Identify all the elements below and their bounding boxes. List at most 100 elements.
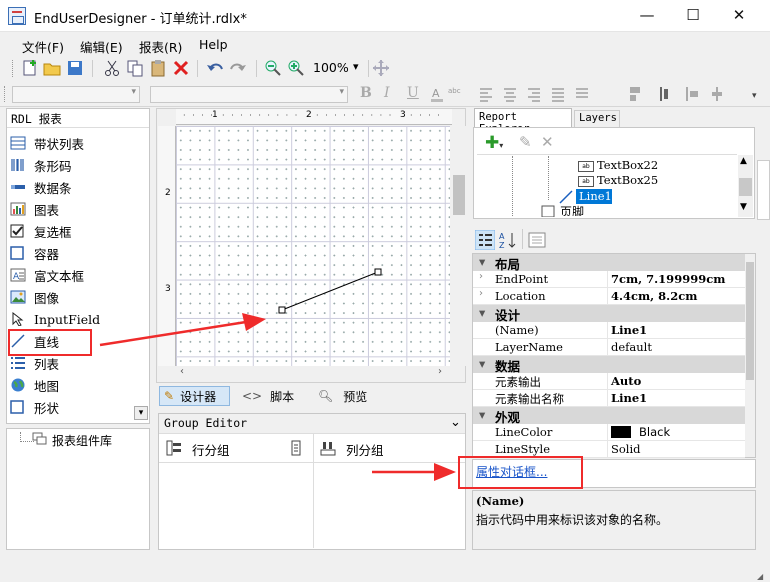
pencil-icon: ✎ xyxy=(164,389,175,403)
property-vscroll-thumb[interactable] xyxy=(746,262,754,380)
property-row[interactable]: › EndPoint 7cm, 7.199999cm xyxy=(473,271,745,288)
property-category[interactable]: ▾ 数据 xyxy=(473,356,745,374)
collapse-icon[interactable]: ▾ xyxy=(479,407,485,422)
style-combo[interactable]: ▾ xyxy=(12,86,140,103)
paste-icon[interactable] xyxy=(149,59,167,77)
shape-icon xyxy=(10,400,34,414)
collapse-icon[interactable]: ▾ xyxy=(479,356,485,371)
property-row[interactable]: 元素输出名称 Line1 xyxy=(473,390,745,407)
menu-edit[interactable]: 编辑(E) xyxy=(80,37,123,56)
underline-button[interactable]: U xyxy=(407,85,419,101)
property-value[interactable]: Auto xyxy=(611,374,641,388)
code-icon: <> xyxy=(242,389,263,403)
font-color-icon[interactable]: Aabc xyxy=(430,85,468,103)
save-icon[interactable] xyxy=(66,59,84,77)
font-combo[interactable]: ▾ xyxy=(150,86,348,103)
color-swatch xyxy=(611,426,631,438)
zoom-out-icon[interactable] xyxy=(264,59,282,77)
toolbox-item-inputfield[interactable]: InputField xyxy=(10,308,100,330)
tree-item-footer[interactable]: 页脚 xyxy=(560,203,584,216)
toolbox-item-checkbox[interactable]: 复选框 xyxy=(10,220,72,242)
library-label[interactable]: 报表组件库 xyxy=(52,432,112,449)
toolbox-item-chart[interactable]: 图表 xyxy=(10,198,59,220)
designer-hscroll[interactable] xyxy=(176,367,452,382)
property-row[interactable]: LineColor Black xyxy=(473,424,745,441)
redo-icon[interactable] xyxy=(229,59,247,77)
zoom-level[interactable]: 100% xyxy=(313,60,349,75)
add-icon[interactable]: ✚▾ xyxy=(485,133,503,153)
property-value[interactable]: Line1 xyxy=(611,391,647,405)
expand-icon[interactable]: › xyxy=(479,271,483,282)
property-value[interactable]: default xyxy=(611,340,652,354)
toolbox-item-map[interactable]: 地图 xyxy=(10,374,59,396)
cut-icon[interactable] xyxy=(103,59,121,77)
line-element[interactable] xyxy=(176,126,450,366)
property-pages-icon[interactable] xyxy=(528,231,546,249)
tree-item-line1[interactable]: Line1 xyxy=(576,189,612,204)
expand-icon[interactable]: › xyxy=(479,288,483,299)
property-row[interactable]: (Name) Line1 xyxy=(473,322,745,339)
categorized-icon[interactable] xyxy=(475,230,495,250)
ruler-mark: 3 xyxy=(400,110,406,120)
tab-script[interactable]: <> 脚本 xyxy=(242,386,294,406)
toolbox-item-container[interactable]: 容器 xyxy=(10,242,59,264)
menu-help[interactable]: Help xyxy=(199,37,228,52)
layout-align-icon[interactable] xyxy=(628,85,728,103)
menu-file[interactable]: 文件(F) xyxy=(22,37,64,56)
tree-item-textbox25[interactable]: TextBox25 xyxy=(597,173,658,187)
property-value[interactable]: Black xyxy=(639,425,670,439)
edit-icon[interactable]: ✎ xyxy=(519,133,532,151)
property-category[interactable]: ▾ 外观 xyxy=(473,407,745,425)
barcode-icon xyxy=(10,158,34,172)
group-editor-toggle[interactable]: ⌄ xyxy=(450,415,461,430)
align-buttons-icon[interactable] xyxy=(478,85,598,103)
maximize-button[interactable]: ☐ xyxy=(670,0,716,32)
property-category[interactable]: ▾ 布局 xyxy=(473,254,745,272)
new-icon[interactable] xyxy=(21,59,39,77)
remove-icon[interactable]: ✕ xyxy=(541,133,554,151)
toolbox-scroll-button[interactable]: ▾ xyxy=(134,406,148,420)
designer-vscroll[interactable] xyxy=(452,126,466,366)
tab-designer[interactable]: ✎ 设计器 xyxy=(159,386,230,406)
toolbox-item-image[interactable]: 图像 xyxy=(10,286,59,308)
property-value[interactable]: Solid xyxy=(611,442,641,456)
zoom-in-icon[interactable] xyxy=(287,59,305,77)
row-group-menu-icon[interactable] xyxy=(290,440,302,456)
pan-icon[interactable] xyxy=(372,59,390,77)
tab-report-explorer[interactable]: Report Explorer xyxy=(474,108,572,135)
tab-layers[interactable]: Layers xyxy=(574,110,620,127)
property-row[interactable]: 元素输出 Auto xyxy=(473,373,745,390)
toolbox-item-rich-textbox[interactable]: A 富文本框 xyxy=(10,264,84,286)
bold-button[interactable]: B xyxy=(360,85,372,101)
property-value[interactable]: 7cm, 7.199999cm xyxy=(611,272,725,286)
property-row[interactable]: LayerName default xyxy=(473,339,745,356)
zoom-dropdown-arrow[interactable]: ▾ xyxy=(353,60,359,73)
tree-item-textbox22[interactable]: TextBox22 xyxy=(597,158,658,172)
delete-icon[interactable] xyxy=(172,59,190,77)
property-value[interactable]: Line1 xyxy=(611,323,647,337)
property-row[interactable]: › Location 4.4cm, 8.2cm xyxy=(473,288,745,305)
close-button[interactable]: ✕ xyxy=(716,0,762,32)
column-group-label: 列分组 xyxy=(346,443,384,458)
toolbox-item-barcode[interactable]: 条形码 xyxy=(10,154,72,176)
magnifier-icon: 🔍︎ xyxy=(318,389,334,403)
collapse-icon[interactable]: ▾ xyxy=(479,305,485,320)
toolbox-item-shape[interactable]: 形状 xyxy=(10,396,59,418)
alphabetical-icon[interactable]: AZ xyxy=(498,230,518,250)
toolbox-item-banded-list[interactable]: 带状列表 xyxy=(10,132,84,154)
menu-report[interactable]: 报表(R) xyxy=(139,37,182,56)
copy-icon[interactable] xyxy=(126,59,144,77)
tab-preview[interactable]: 🔍︎ 预览 xyxy=(318,386,367,406)
toolbar-overflow-icon[interactable]: ▾ xyxy=(752,91,757,101)
row-group-label: 行分组 xyxy=(192,443,230,458)
italic-button[interactable]: I xyxy=(384,85,390,101)
property-category[interactable]: ▾ 设计 xyxy=(473,305,745,323)
explorer-vscroll-thumb[interactable] xyxy=(739,178,752,196)
toolbox-item-databar[interactable]: 数据条 xyxy=(10,176,72,198)
collapse-icon[interactable]: ▾ xyxy=(479,254,485,269)
minimize-button[interactable]: — xyxy=(624,0,670,32)
designer-vscroll-thumb[interactable] xyxy=(453,175,465,215)
property-value[interactable]: 4.4cm, 8.2cm xyxy=(611,289,697,303)
open-folder-icon[interactable] xyxy=(43,59,61,77)
undo-icon[interactable] xyxy=(206,59,224,77)
